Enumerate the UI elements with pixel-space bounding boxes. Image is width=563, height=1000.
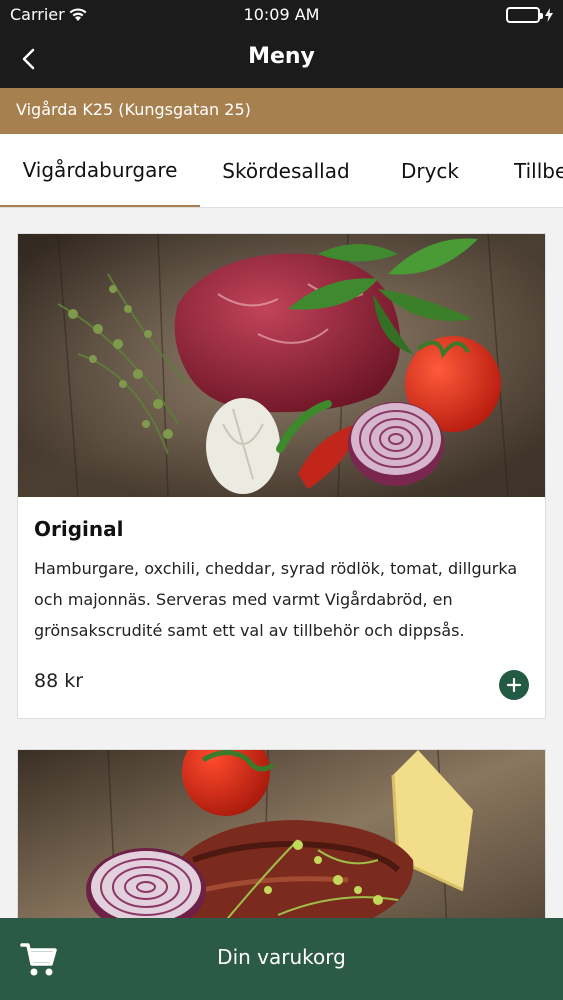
menu-item-footer: 88 kr <box>34 670 529 700</box>
page-title: Meny <box>248 44 315 69</box>
battery-icon <box>506 7 553 23</box>
status-bar: Carrier 10:09 AM <box>0 0 563 30</box>
add-to-cart-button[interactable] <box>499 670 529 700</box>
menu-item-description: Hamburgare, oxchili, cheddar, syrad rödl… <box>34 559 518 640</box>
tab-label: Tillbehör <box>514 159 563 183</box>
tab-tillbehor[interactable]: Tillbehör <box>488 134 563 207</box>
menu-item-image <box>18 234 545 497</box>
tab-label: Skördesallad <box>222 159 350 183</box>
charging-bolt-icon <box>545 8 553 22</box>
menu-item-price: 88 kr <box>34 670 84 692</box>
tab-label: Vigårdaburgare <box>22 157 178 182</box>
status-time: 10:09 AM <box>243 5 320 24</box>
tab-vigardaburgare[interactable]: Vigårdaburgare <box>0 134 200 207</box>
menu-item-card[interactable] <box>17 749 546 918</box>
navigation-bar: Meny <box>0 30 563 88</box>
cart-button[interactable]: Din varukorg <box>0 918 563 1000</box>
tab-label: Dryck <box>400 159 460 183</box>
plus-icon <box>506 677 522 693</box>
restaurant-location-bar: Vigårda K25 (Kungsgatan 25) <box>0 88 563 134</box>
menu-item-name: Original <box>34 517 124 541</box>
tab-dryck[interactable]: Dryck <box>372 134 488 207</box>
cart-label: Din varukorg <box>217 945 346 969</box>
menu-list[interactable]: Original Hamburgare, oxchili, cheddar, s… <box>0 208 563 918</box>
menu-item-details: Original Hamburgare, oxchili, cheddar, s… <box>18 497 545 718</box>
restaurant-location-label: Vigårda K25 (Kungsgatan 25) <box>16 100 251 119</box>
menu-item-card[interactable]: Original Hamburgare, oxchili, cheddar, s… <box>17 233 546 719</box>
category-tabs: Vigårdaburgare Skördesallad Dryck Tillbe… <box>0 134 563 208</box>
menu-item-image <box>18 750 545 918</box>
tab-skordesallad[interactable]: Skördesallad <box>200 134 372 207</box>
